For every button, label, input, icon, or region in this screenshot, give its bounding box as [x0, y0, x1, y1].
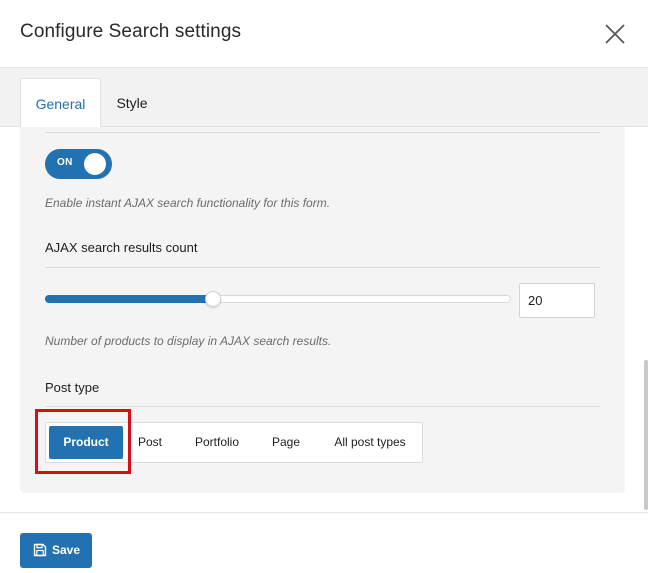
divider	[45, 406, 600, 407]
settings-panel: ON Enable instant AJAX search functional…	[20, 127, 625, 493]
tab-style[interactable]: Style	[102, 78, 162, 128]
post-type-label: Post type	[45, 380, 100, 395]
post-type-selector: Product Post Portfolio Page All post typ…	[45, 422, 423, 463]
dialog-title: Configure Search settings	[20, 21, 242, 42]
tab-general[interactable]: General	[20, 78, 101, 128]
results-count-slider[interactable]	[45, 291, 511, 307]
close-icon[interactable]	[603, 22, 627, 46]
results-help-text: Number of products to display in AJAX se…	[45, 334, 332, 348]
post-type-option-page[interactable]: Page	[264, 423, 308, 462]
slider-thumb[interactable]	[204, 291, 221, 307]
dialog-header: Configure Search settings	[0, 0, 648, 68]
ajax-help-text: Enable instant AJAX search functionality…	[45, 196, 331, 210]
tab-bar: General Style	[0, 68, 648, 128]
divider	[45, 132, 600, 133]
toggle-knob	[84, 153, 106, 175]
ajax-toggle[interactable]: ON	[45, 149, 112, 179]
post-type-option-post[interactable]: Post	[131, 423, 169, 462]
post-type-option-all[interactable]: All post types	[323, 423, 417, 462]
post-type-option-portfolio[interactable]: Portfolio	[182, 423, 252, 462]
toggle-label: ON	[57, 157, 73, 168]
results-count-label: AJAX search results count	[45, 240, 198, 255]
results-count-input[interactable]	[519, 283, 595, 318]
post-type-option-product[interactable]: Product	[49, 426, 123, 459]
save-button[interactable]: Save	[20, 533, 92, 568]
divider	[45, 267, 600, 268]
footer-divider	[0, 512, 648, 513]
slider-fill	[45, 295, 213, 303]
save-label: Save	[52, 543, 81, 557]
save-icon	[33, 543, 47, 557]
scrollbar[interactable]	[644, 360, 648, 510]
